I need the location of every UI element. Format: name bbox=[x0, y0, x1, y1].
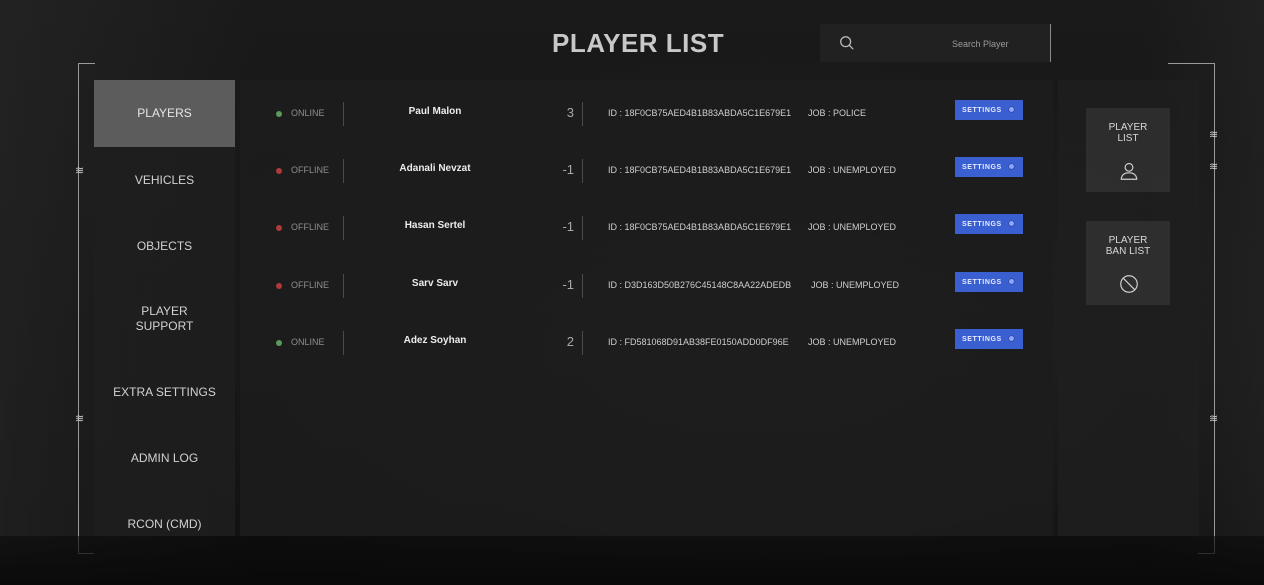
sidebar-item-admin-log[interactable]: ADMIN LOG bbox=[94, 425, 235, 491]
search-bar[interactable] bbox=[820, 24, 1051, 62]
player-number: 3 bbox=[566, 105, 574, 120]
column-divider bbox=[582, 274, 583, 298]
column-divider bbox=[343, 102, 344, 126]
status-badge: OFFLINE bbox=[291, 280, 330, 290]
sidebar-item-label: VEHICLES bbox=[134, 172, 195, 187]
sidebar-item-label: PLAYERS bbox=[137, 106, 192, 120]
ban-icon bbox=[1120, 275, 1138, 293]
sidebar-item-extra-settings[interactable]: EXTRA SETTINGS bbox=[94, 359, 235, 425]
table-row: OFFLINE Sarv Sarv -1 ID : D3D163D50B276C… bbox=[240, 268, 1053, 308]
right-panel: PLAYER LIST PLAYER BAN LIST bbox=[1058, 80, 1199, 536]
settings-button-label: SETTINGS bbox=[962, 106, 1002, 114]
player-name: Sarv Sarv bbox=[411, 278, 459, 289]
status-indicator bbox=[276, 111, 282, 117]
player-name: Adanali Nevzat bbox=[399, 163, 471, 174]
status-indicator bbox=[276, 340, 282, 346]
sidebar-item-label: OBJECTS bbox=[136, 238, 193, 253]
settings-button-label: SETTINGS bbox=[962, 335, 1002, 343]
sidebar: PLAYERS VEHICLES OBJECTS PLAYER SUPPORT … bbox=[94, 80, 235, 536]
player-list-screen: ≋ ≋ ≋ ≋ ≋ PLAYER LIST PLAYERS VEHICLES O… bbox=[0, 0, 1264, 585]
sidebar-item-label: EXTRA SETTINGS bbox=[113, 384, 216, 399]
player-ban-list-card[interactable]: PLAYER BAN LIST bbox=[1086, 221, 1170, 305]
table-row: ONLINE Paul Malon 3 ID : 18F0CB75AED4B1B… bbox=[240, 96, 1053, 136]
card-label: PLAYER LIST bbox=[1108, 122, 1148, 144]
settings-dot-icon bbox=[1008, 106, 1015, 113]
settings-dot-icon bbox=[1008, 335, 1015, 342]
frame-tick-icon: ≋ bbox=[1209, 413, 1219, 425]
settings-button[interactable]: SETTINGS bbox=[955, 272, 1023, 292]
player-job: JOB : UNEMPLOYED bbox=[811, 280, 900, 290]
settings-button-label: SETTINGS bbox=[962, 278, 1002, 286]
table-row: OFFLINE Adanali Nevzat -1 ID : 18F0CB75A… bbox=[240, 153, 1053, 193]
sidebar-item-label: PLAYER SUPPORT bbox=[135, 304, 194, 333]
sidebar-item-player-support[interactable]: PLAYER SUPPORT bbox=[94, 279, 235, 359]
frame-left-border bbox=[78, 63, 95, 554]
player-name: Adez Soyhan bbox=[403, 335, 467, 346]
settings-button-label: SETTINGS bbox=[962, 163, 1002, 171]
player-number: -1 bbox=[562, 219, 574, 234]
sidebar-item-objects[interactable]: OBJECTS bbox=[94, 213, 235, 279]
sidebar-item-label: ADMIN LOG bbox=[130, 450, 199, 465]
column-divider bbox=[343, 331, 344, 355]
status-badge: ONLINE bbox=[291, 108, 325, 118]
status-badge: OFFLINE bbox=[291, 165, 330, 175]
player-name: Paul Malon bbox=[408, 106, 462, 117]
table-row: ONLINE Adez Soyhan 2 ID : FD581068D91AB3… bbox=[240, 325, 1053, 365]
table-row: OFFLINE Hasan Sertel -1 ID : 18F0CB75AED… bbox=[240, 210, 1053, 250]
frame-tick-icon: ≋ bbox=[75, 165, 85, 177]
player-name: Hasan Sertel bbox=[404, 220, 466, 231]
bottom-shadow bbox=[0, 536, 1264, 585]
settings-button-label: SETTINGS bbox=[962, 220, 1002, 228]
status-badge: OFFLINE bbox=[291, 222, 330, 232]
sidebar-item-vehicles[interactable]: VEHICLES bbox=[94, 147, 235, 213]
column-divider bbox=[582, 216, 583, 240]
column-divider bbox=[343, 274, 344, 298]
settings-dot-icon bbox=[1008, 163, 1015, 170]
player-job: JOB : UNEMPLOYED bbox=[808, 337, 897, 347]
status-indicator bbox=[276, 168, 282, 174]
player-id: ID : 18F0CB75AED4B1B83ABDA5C1E679E1 bbox=[608, 222, 792, 232]
page-title: PLAYER LIST bbox=[552, 28, 725, 58]
settings-dot-icon bbox=[1008, 220, 1015, 227]
column-divider bbox=[582, 159, 583, 183]
player-id: ID : 18F0CB75AED4B1B83ABDA5C1E679E1 bbox=[608, 165, 792, 175]
settings-dot-icon bbox=[1008, 278, 1015, 285]
player-id: ID : D3D163D50B276C45148C8AA22ADEDB bbox=[608, 280, 792, 290]
player-number: -1 bbox=[562, 277, 574, 292]
frame-tick-icon: ≋ bbox=[75, 413, 85, 425]
sidebar-item-label: RCON (CMD) bbox=[127, 516, 202, 531]
column-divider bbox=[343, 216, 344, 240]
column-divider bbox=[343, 159, 344, 183]
settings-button[interactable]: SETTINGS bbox=[955, 214, 1023, 234]
player-list-panel: ONLINE Paul Malon 3 ID : 18F0CB75AED4B1B… bbox=[240, 80, 1053, 536]
player-job: JOB : POLICE bbox=[808, 108, 867, 118]
column-divider bbox=[582, 102, 583, 126]
user-icon bbox=[1120, 162, 1138, 180]
player-job: JOB : UNEMPLOYED bbox=[808, 222, 897, 232]
card-label: PLAYER BAN LIST bbox=[1105, 235, 1151, 257]
status-indicator bbox=[276, 283, 282, 289]
player-list-card[interactable]: PLAYER LIST bbox=[1086, 108, 1170, 192]
settings-button[interactable]: SETTINGS bbox=[955, 329, 1023, 349]
sidebar-item-players[interactable]: PLAYERS bbox=[94, 80, 235, 147]
frame-tick-icon: ≋ bbox=[1209, 129, 1219, 141]
player-number: -1 bbox=[562, 162, 574, 177]
column-divider bbox=[582, 331, 583, 355]
player-number: 2 bbox=[566, 334, 574, 349]
search-icon bbox=[840, 36, 854, 50]
status-indicator bbox=[276, 225, 282, 231]
player-id: ID : FD581068D91AB38FE0150ADD0DF96E bbox=[608, 337, 789, 347]
frame-tick-icon: ≋ bbox=[1209, 161, 1219, 173]
status-badge: ONLINE bbox=[291, 337, 325, 347]
player-job: JOB : UNEMPLOYED bbox=[808, 165, 897, 175]
settings-button[interactable]: SETTINGS bbox=[955, 100, 1023, 120]
search-input[interactable] bbox=[950, 34, 1046, 54]
settings-button[interactable]: SETTINGS bbox=[955, 157, 1023, 177]
player-id: ID : 18F0CB75AED4B1B83ABDA5C1E679E1 bbox=[608, 108, 792, 118]
